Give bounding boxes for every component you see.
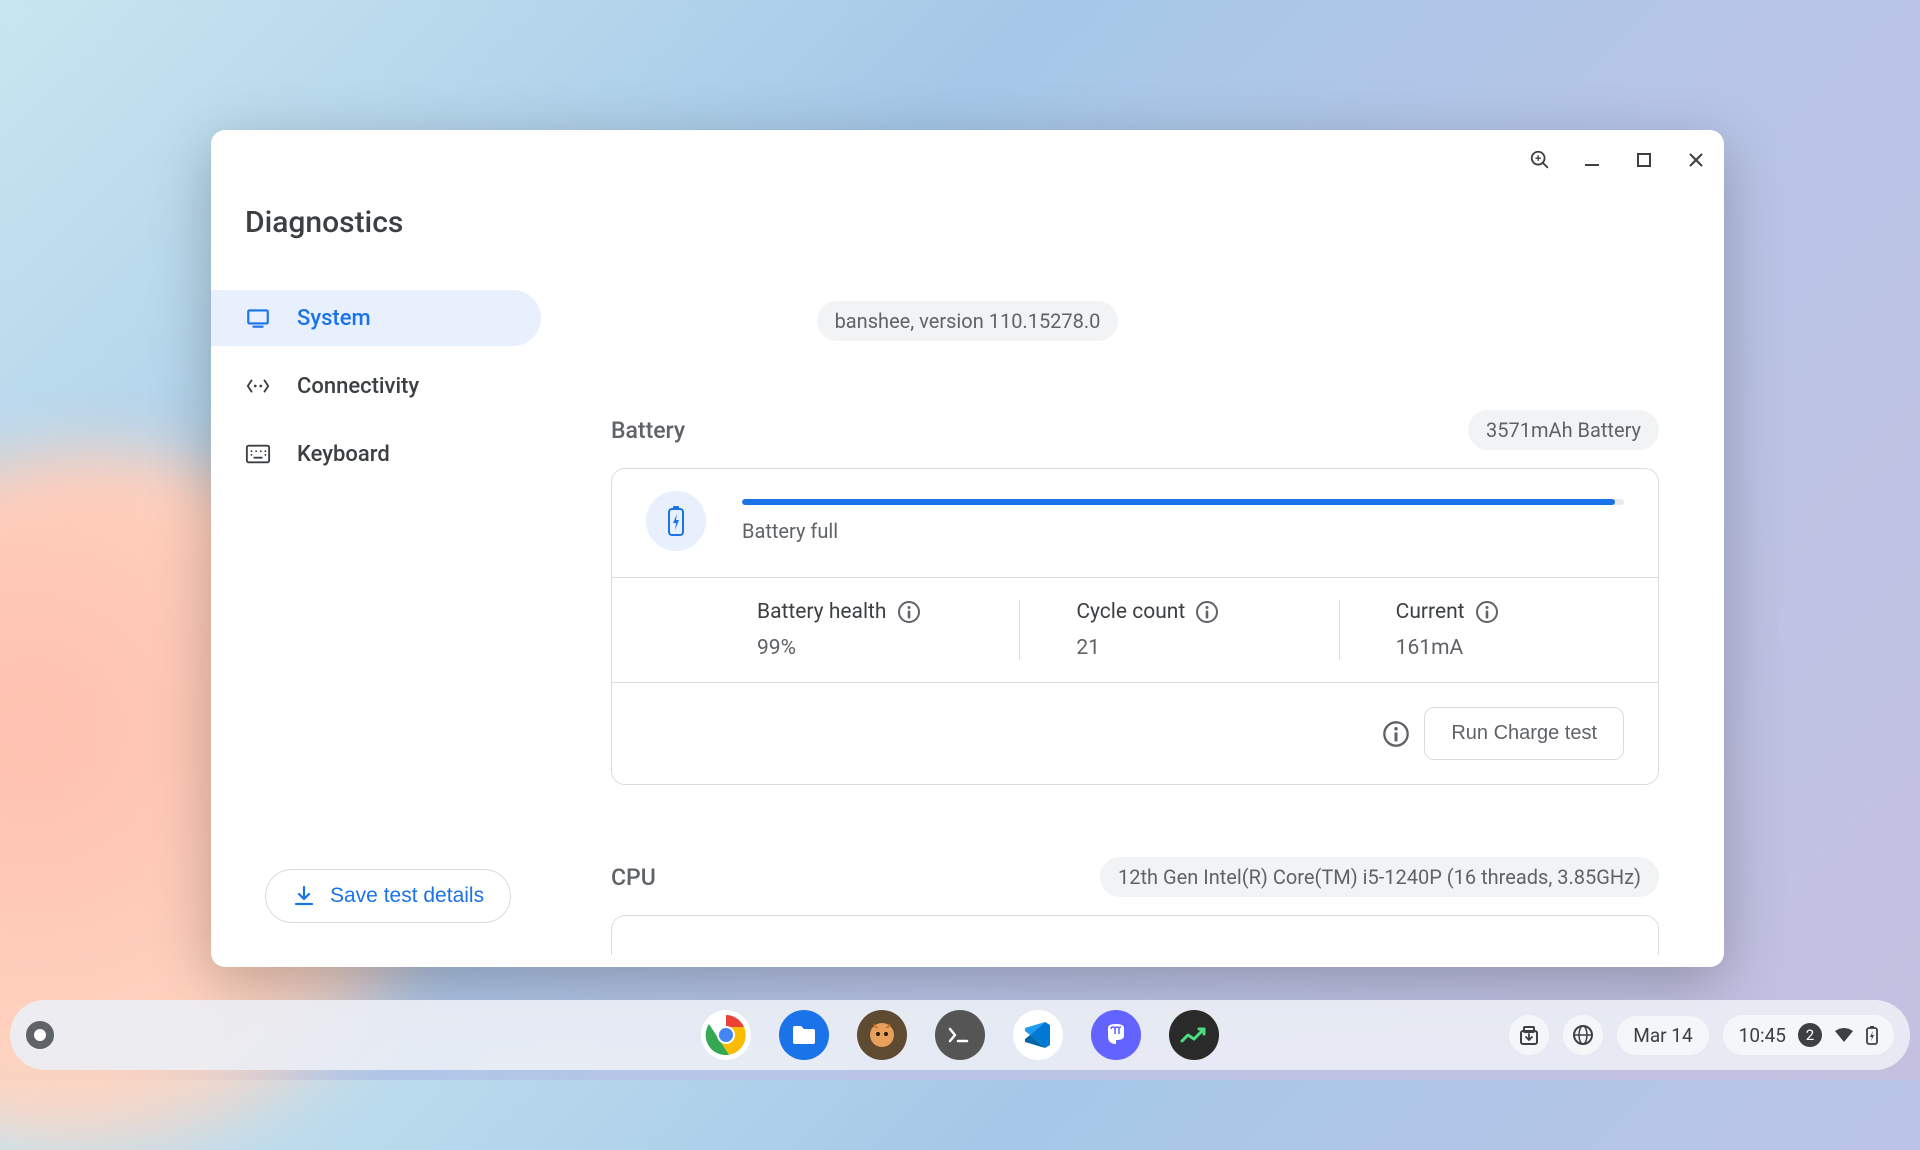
close-icon [1687,151,1705,169]
search-icon [1529,149,1551,171]
shelf-right: Mar 14 10:45 2 [1509,1015,1894,1055]
shelf-apps [701,1010,1219,1060]
content-area: Battery 3571mAh Battery Battery full [611,410,1659,967]
battery-section-header: Battery 3571mAh Battery [611,410,1659,450]
search-button[interactable] [1524,144,1556,176]
battery-progress-track [742,499,1624,505]
nav-item-system[interactable]: System [211,290,541,346]
vscode-icon [1022,1019,1054,1051]
battery-section-title: Battery [611,417,685,444]
info-icon[interactable] [1382,720,1410,748]
app-chrome[interactable] [701,1010,751,1060]
close-button[interactable] [1680,144,1712,176]
stat-health: Battery health 99% [612,600,1020,660]
globe-icon [1572,1024,1594,1046]
info-icon[interactable] [897,600,921,624]
system-icon [245,305,271,331]
minimize-icon [1583,151,1601,169]
version-chip: banshee, version 110.15278.0 [817,301,1119,341]
nav-item-keyboard[interactable]: Keyboard [211,426,541,482]
battery-icon-wrap [646,491,706,551]
save-button-label: Save test details [330,884,484,908]
diagnostics-window: Diagnostics System Connectivity [211,130,1724,967]
mastodon-icon [1103,1022,1129,1048]
battery-card-footer: Run Charge test [612,683,1658,784]
stat-current-label: Current [1396,600,1465,624]
status-area[interactable]: Mar 14 [1617,1016,1708,1055]
chart-icon [1180,1025,1208,1045]
page-title: Diagnostics [245,205,403,240]
battery-card: Battery full Battery health 99% [611,468,1659,785]
app-mastodon[interactable] [1091,1010,1141,1060]
info-icon[interactable] [1475,600,1499,624]
tray-cast-button[interactable] [1563,1015,1603,1055]
nav-item-connectivity[interactable]: Connectivity [211,358,541,414]
shelf-time: 10:45 [1739,1024,1786,1047]
battery-capacity-chip: 3571mAh Battery [1468,410,1659,450]
tray-tote-button[interactable] [1509,1015,1549,1055]
stat-current: Current 161mA [1340,600,1658,660]
stat-cycle-value: 21 [1076,636,1338,660]
nav-label: System [297,306,371,331]
battery-charging-icon [666,505,686,537]
nav-label: Keyboard [297,442,390,467]
run-charge-test-button[interactable]: Run Charge test [1424,707,1624,760]
nav-label: Connectivity [297,374,419,399]
terminal-icon [947,1025,973,1045]
stat-cycle-label: Cycle count [1076,600,1185,624]
battery-top-row: Battery full [612,469,1658,577]
minimize-button[interactable] [1576,144,1608,176]
battery-icon [1866,1025,1878,1045]
save-test-details-button[interactable]: Save test details [265,869,511,923]
app-vscode[interactable] [1013,1010,1063,1060]
download-icon [292,884,316,908]
app-icon-3[interactable] [857,1010,907,1060]
stat-health-value: 99% [757,636,1019,660]
status-area-right[interactable]: 10:45 2 [1723,1015,1894,1055]
chrome-icon [705,1014,747,1056]
info-icon[interactable] [1195,600,1219,624]
notification-count: 2 [1798,1023,1822,1047]
battery-progress-wrap: Battery full [742,499,1624,543]
stat-cycle: Cycle count 21 [1020,600,1339,660]
folder-icon [791,1024,817,1046]
app-terminal[interactable] [935,1010,985,1060]
connectivity-icon [245,373,271,399]
cpu-card [611,915,1659,955]
shelf-date: Mar 14 [1633,1024,1692,1047]
battery-stats-row: Battery health 99% Cycle count [612,577,1658,683]
launcher-button[interactable] [26,1021,54,1049]
wifi-icon [1834,1027,1854,1043]
stat-health-label: Battery health [757,600,887,624]
app-files[interactable] [779,1010,829,1060]
cpu-section: CPU 12th Gen Intel(R) Core(TM) i5-1240P … [611,857,1659,955]
shelf: Mar 14 10:45 2 [10,1000,1910,1070]
fox-icon [867,1020,897,1050]
keyboard-icon [245,441,271,467]
cpu-section-header: CPU 12th Gen Intel(R) Core(TM) i5-1240P … [611,857,1659,897]
battery-progress-fill [742,499,1615,505]
tote-icon [1518,1024,1540,1046]
maximize-icon [1636,152,1652,168]
app-stocks[interactable] [1169,1010,1219,1060]
cpu-chip: 12th Gen Intel(R) Core(TM) i5-1240P (16 … [1100,857,1659,897]
cpu-section-title: CPU [611,864,656,891]
battery-status-text: Battery full [742,519,1624,543]
maximize-button[interactable] [1628,144,1660,176]
window-controls [1524,144,1712,176]
stat-current-value: 161mA [1396,636,1658,660]
shelf-left [26,1021,54,1049]
sidebar-nav: System Connectivity [211,290,581,494]
